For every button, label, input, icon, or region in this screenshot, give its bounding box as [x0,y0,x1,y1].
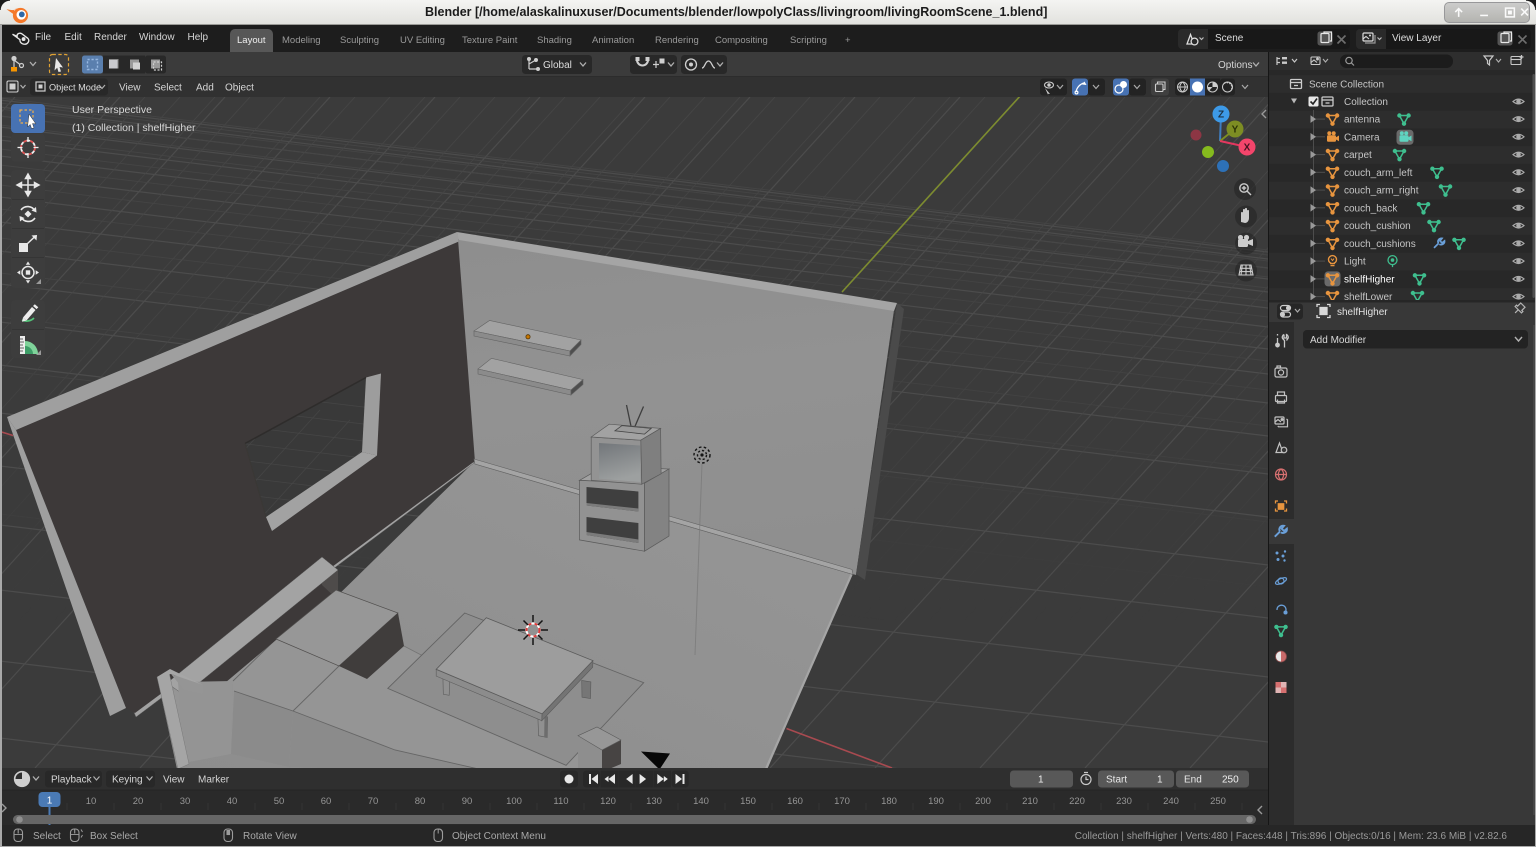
svg-text:Playback: Playback [51,775,93,786]
svg-text:View: View [119,83,141,94]
svg-text:240: 240 [1163,796,1179,807]
svg-text:Object: Object [225,83,254,94]
svg-text:110: 110 [553,796,568,807]
svg-text:Rotate View: Rotate View [243,831,298,842]
svg-text:couch_arm_left: couch_arm_left [1344,168,1413,179]
svg-text:100: 100 [506,796,522,807]
svg-text:End: End [1184,775,1202,786]
svg-text:antenna: antenna [1344,115,1381,126]
svg-text:160: 160 [787,796,803,807]
svg-text:150: 150 [740,796,756,807]
svg-text:Collection: Collection [1344,97,1388,108]
svg-text:120: 120 [600,796,616,807]
svg-text:Select: Select [154,83,182,94]
svg-text:shelfHigher: shelfHigher [1337,307,1388,318]
svg-text:Options: Options [1218,60,1252,71]
svg-text:Scene Collection: Scene Collection [1309,80,1384,91]
svg-text:Camera: Camera [1344,132,1380,143]
svg-text:20: 20 [133,796,144,807]
svg-text:Keying: Keying [112,775,143,786]
svg-text:Collection | shelfHigher | Ver: Collection | shelfHigher | Verts:480 | F… [1075,831,1508,842]
svg-text:Select: Select [33,831,61,842]
svg-text:60: 60 [321,796,332,807]
svg-text:carpet: carpet [1344,150,1372,161]
svg-text:1: 1 [47,796,53,807]
svg-text:Y: Y [1232,125,1239,136]
svg-text:250: 250 [1222,775,1239,786]
svg-text:couch_back: couch_back [1344,203,1398,214]
svg-text:User Perspective: User Perspective [72,104,152,116]
svg-text:Add Modifier: Add Modifier [1310,335,1367,346]
svg-text:40: 40 [227,796,238,807]
svg-text:80: 80 [415,796,426,807]
svg-text:Object Mode: Object Mode [49,83,101,93]
svg-text:View: View [163,775,185,786]
svg-text:Box Select: Box Select [90,831,138,842]
svg-text:130: 130 [646,796,662,807]
svg-text:50: 50 [274,796,285,807]
svg-text:210: 210 [1022,796,1038,807]
svg-text:220: 220 [1069,796,1085,807]
svg-text:250: 250 [1210,796,1226,807]
svg-text:180: 180 [881,796,897,807]
svg-text:Object Context Menu: Object Context Menu [452,831,546,842]
svg-text:200: 200 [975,796,991,807]
svg-text:couch_cushion: couch_cushion [1344,221,1411,232]
svg-text:70: 70 [368,796,379,807]
svg-text:1: 1 [1038,775,1044,786]
svg-text:Light: Light [1344,257,1366,268]
svg-text:190: 190 [928,796,944,807]
svg-text:1: 1 [1157,775,1163,786]
svg-text:shelfHigher: shelfHigher [1344,274,1395,285]
svg-text:couch_cushions: couch_cushions [1344,239,1416,250]
svg-text:Z: Z [1218,110,1224,121]
svg-text:shelfLower: shelfLower [1344,292,1393,300]
svg-text:Start: Start [1106,775,1127,786]
svg-text:30: 30 [180,796,191,807]
svg-text:230: 230 [1116,796,1132,807]
svg-text:X: X [1244,143,1251,154]
svg-text:Add: Add [196,83,214,94]
svg-text:90: 90 [462,796,473,807]
svg-text:170: 170 [834,796,850,807]
svg-text:Marker: Marker [198,775,230,786]
svg-text:Global: Global [543,60,572,71]
svg-text:140: 140 [693,796,709,807]
svg-text:couch_arm_right: couch_arm_right [1344,186,1419,197]
svg-text:(1) Collection | shelfHigher: (1) Collection | shelfHigher [72,122,196,134]
svg-text:10: 10 [86,796,97,807]
